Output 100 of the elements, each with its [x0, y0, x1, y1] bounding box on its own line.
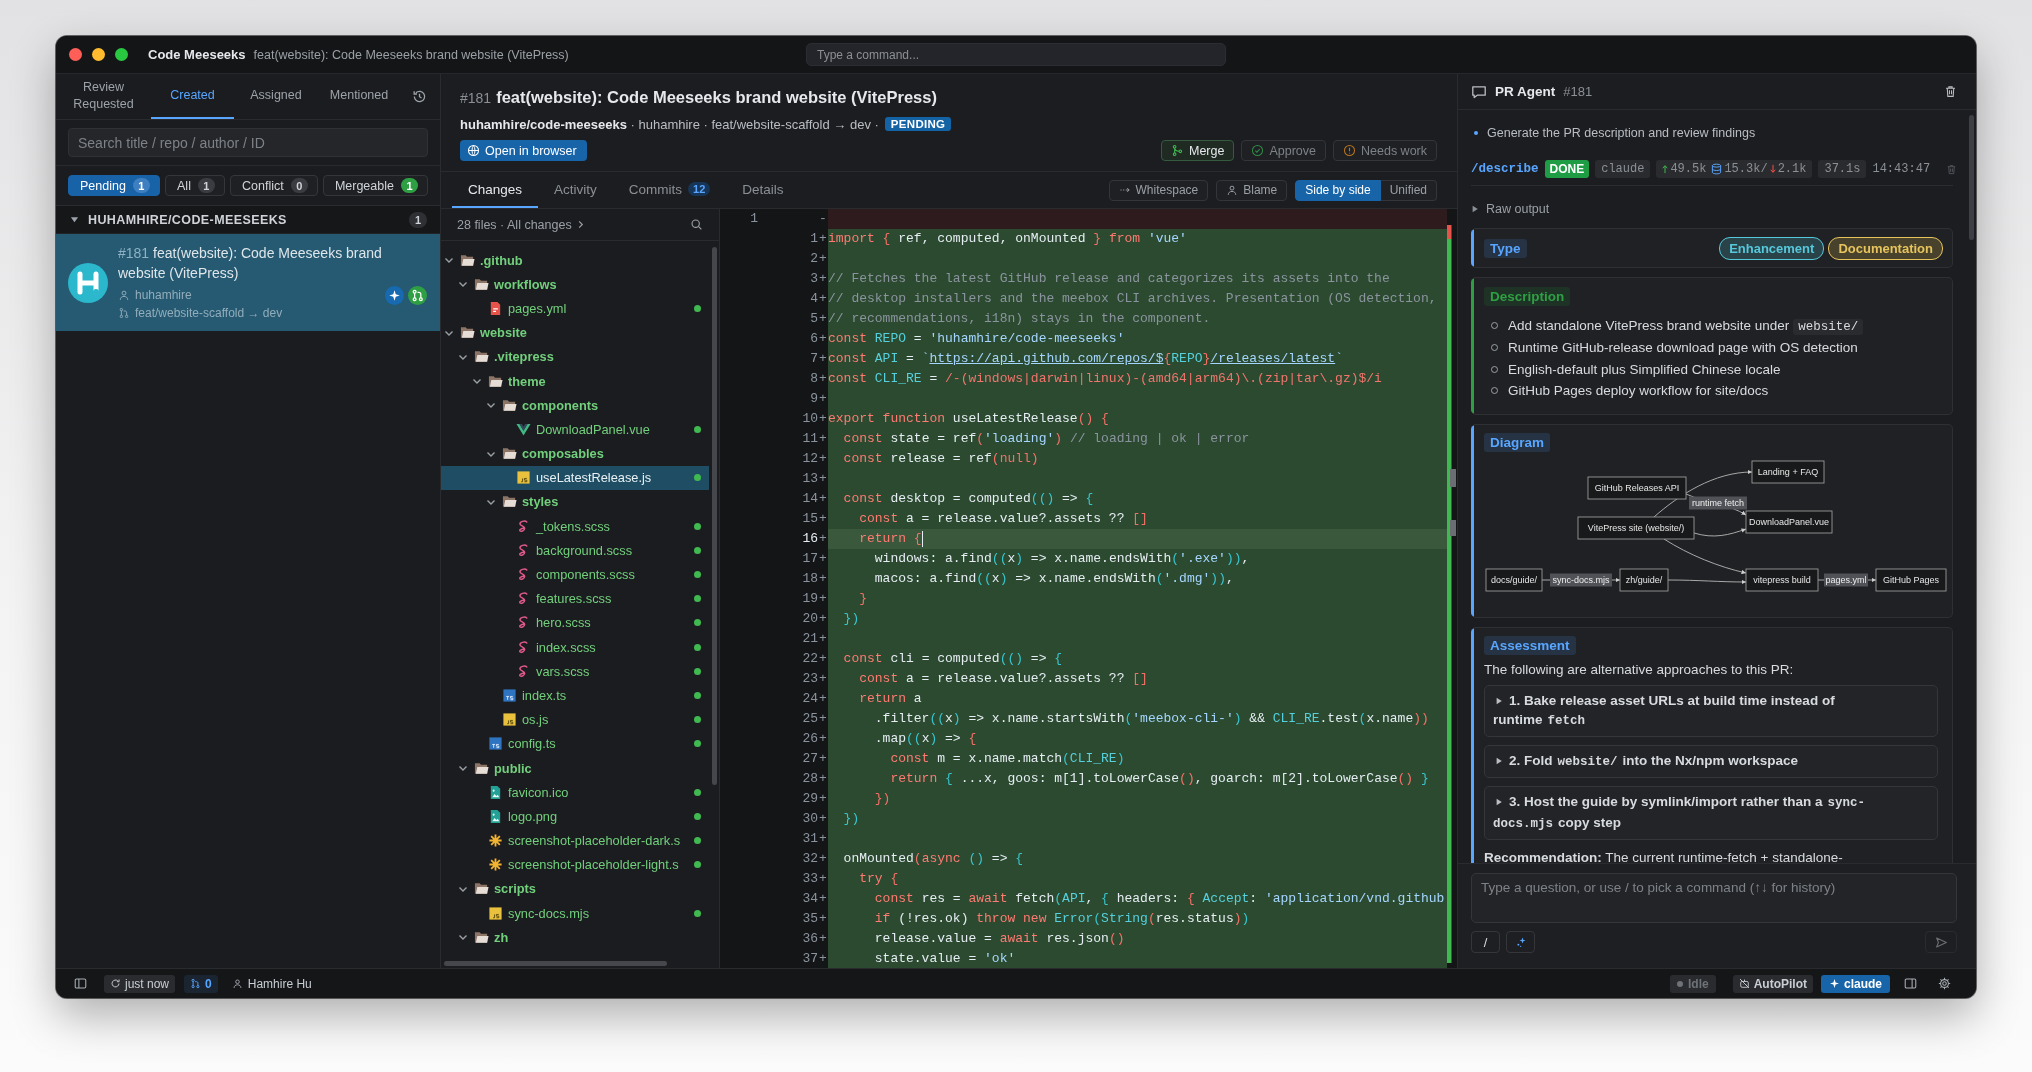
filter-chip[interactable]: Mergeable 1: [322, 175, 428, 196]
question-input[interactable]: Type a question, or use / to pick a command (↑↓ for history): [1471, 873, 1957, 923]
sidebar-tab[interactable]: Assigned: [234, 74, 318, 119]
pr-tab[interactable]: Activity: [538, 172, 613, 208]
diff-marker: +: [819, 731, 827, 746]
sidebar-tab[interactable]: Review Requested: [56, 74, 151, 119]
tree-item[interactable]: _tokens.scss: [441, 514, 709, 539]
settings-icon[interactable]: [1938, 977, 1951, 990]
tree-item[interactable]: sync-docs.mjs: [441, 901, 709, 926]
alternative-item[interactable]: 1. Bake release asset URLs at build time instead of runtime fetch: [1484, 684, 1938, 737]
slash-command-button[interactable]: /: [1471, 931, 1500, 953]
sidebar-tab[interactable]: Mentioned: [318, 74, 400, 119]
scrollbar-thumb[interactable]: [712, 247, 717, 785]
tree-item[interactable]: zh: [441, 925, 709, 950]
maximize-window-icon[interactable]: [115, 48, 128, 61]
command-input[interactable]: Type a command...: [806, 43, 1226, 66]
arrow-up-icon: [1662, 164, 1669, 174]
edge-label: runtime fetch: [1689, 496, 1747, 510]
diagram-node: docs/guide/: [1485, 568, 1543, 592]
history-icon[interactable]: [412, 89, 427, 104]
tree-item[interactable]: os.js: [441, 707, 709, 732]
tree-item[interactable]: screenshot-placeholder-light.s: [441, 852, 709, 877]
pr-tab[interactable]: Details: [726, 172, 800, 208]
repo-group-header[interactable]: HUHAMHIRE/CODE-MEESEEKS 1: [56, 206, 440, 234]
line-number: 26: [802, 731, 818, 746]
tree-item[interactable]: background.scss: [441, 538, 709, 563]
tree-item[interactable]: styles: [441, 489, 709, 515]
layout-toggle[interactable]: Side by side: [1295, 179, 1381, 201]
tree-item[interactable]: useLatestRelease.js: [441, 465, 709, 490]
open-in-browser-button[interactable]: Open in browser: [460, 140, 587, 161]
send-button[interactable]: [1925, 931, 1957, 953]
tree-item[interactable]: logo.png: [441, 804, 709, 829]
alternative-item[interactable]: 2. Fold website/ into the Nx/npm workspace: [1484, 744, 1938, 778]
tree-item[interactable]: composables: [441, 441, 709, 466]
alternative-item[interactable]: 3. Host the guide by symlink/import rather than a sync-docs.mjs copy step: [1484, 785, 1938, 840]
search-field[interactable]: Search title / repo / author / ID: [68, 128, 428, 157]
scrollbar-thumb[interactable]: [444, 961, 667, 966]
refresh-icon: [110, 978, 121, 989]
tree-item[interactable]: features.scss: [441, 586, 709, 611]
raw-output-toggle[interactable]: Raw output: [1471, 200, 1550, 218]
filter-chip[interactable]: Pending 1: [68, 175, 160, 196]
model-chip: claude: [1595, 160, 1651, 178]
tree-item[interactable]: DownloadPanel.vue: [441, 417, 709, 442]
whitespace-button[interactable]: Whitespace: [1108, 179, 1209, 201]
tree-item[interactable]: components.scss: [441, 562, 709, 587]
tree-item[interactable]: scripts: [441, 876, 709, 902]
sidebar-toggle-icon[interactable]: [74, 977, 87, 990]
tree-item[interactable]: pages.yml: [441, 296, 709, 321]
js-file-icon: [516, 470, 531, 486]
tree-item[interactable]: hero.scss: [441, 610, 709, 635]
tree-item[interactable]: config.ts: [441, 731, 709, 756]
tree-item[interactable]: components: [441, 393, 709, 418]
sync-button[interactable]: just now: [104, 974, 176, 993]
triangle-down-icon[interactable]: [70, 215, 79, 224]
tree-item[interactable]: public: [441, 755, 709, 781]
diff-marker: +: [819, 351, 827, 366]
search-icon[interactable]: [690, 218, 703, 231]
panel-toggle-icon[interactable]: [1904, 977, 1917, 990]
autopilot-toggle[interactable]: AutoPilot: [1732, 974, 1813, 993]
diagram-node: zh/guide/: [1619, 568, 1669, 592]
minimize-window-icon[interactable]: [92, 48, 105, 61]
tree-item[interactable]: website: [441, 320, 709, 345]
filter-chip[interactable]: All 1: [165, 175, 225, 196]
trash-icon[interactable]: [1944, 85, 1957, 98]
sparkle-icon: [1829, 978, 1840, 989]
sidebar-tab[interactable]: Created: [151, 74, 234, 119]
scrollbar-thumb[interactable]: [1969, 115, 1974, 240]
open-pr-count-button[interactable]: 0: [184, 974, 218, 993]
tree-item[interactable]: screenshot-placeholder-dark.s: [441, 828, 709, 853]
tag-pill: Documentation: [1828, 236, 1943, 260]
tree-item[interactable]: .vitepress: [441, 344, 709, 369]
tree-item[interactable]: index.ts: [441, 683, 709, 708]
sparkle-icon: [1514, 936, 1527, 948]
pr-title: #181 feat(website): Code Meeseeks brand website (VitePress): [460, 87, 938, 108]
count-badge: 1: [400, 178, 418, 193]
folder-icon: [474, 881, 489, 897]
tree-item[interactable]: favicon.ico: [441, 780, 709, 805]
output-tokens: 2.1k: [1777, 161, 1807, 178]
tree-item[interactable]: .github: [441, 248, 709, 273]
pull-request-item[interactable]: #181 feat(website): Code Meeseeks brand website (VitePress) huhamhire feat/website-scaffold → dev: [56, 234, 440, 331]
folder-icon: [502, 397, 517, 413]
filter-chip[interactable]: Conflict 0: [230, 175, 318, 196]
bullet-icon: [1474, 131, 1478, 135]
tree-item[interactable]: theme: [441, 368, 709, 394]
tree-item[interactable]: vars.scss: [441, 659, 709, 684]
close-window-icon[interactable]: [69, 48, 82, 61]
line-number: 27: [802, 751, 818, 766]
model-button[interactable]: claude: [1821, 974, 1890, 993]
folder-icon: [474, 349, 489, 365]
tree-item[interactable]: index.scss: [441, 635, 709, 660]
diff-marker: +: [819, 831, 827, 846]
merge-button[interactable]: Merge: [1161, 140, 1235, 161]
diff-marker: +: [819, 571, 827, 586]
line-number: 29: [802, 791, 818, 806]
tree-item[interactable]: workflows: [441, 272, 709, 297]
pr-tab[interactable]: Commits 12: [612, 172, 727, 208]
layout-toggle[interactable]: Unified: [1380, 179, 1437, 201]
diagram-node: GitHub Releases API: [1587, 476, 1687, 500]
blame-button[interactable]: Blame: [1216, 179, 1288, 201]
count-badge: 1: [409, 211, 427, 228]
